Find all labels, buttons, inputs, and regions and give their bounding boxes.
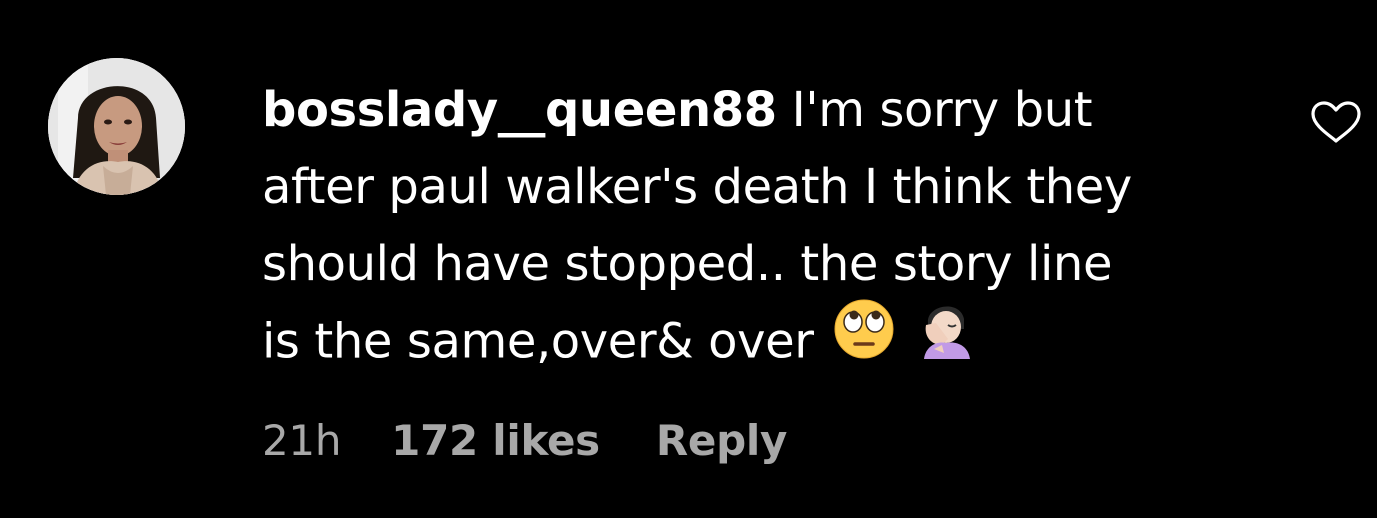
- facepalm-emoji: [920, 299, 972, 382]
- like-button[interactable]: [1310, 100, 1362, 144]
- face-with-rolling-eyes-emoji: [834, 299, 894, 382]
- heart-outline-icon: [1311, 101, 1361, 143]
- comment-line-3: should have stopped.. the story line: [262, 236, 1113, 292]
- comment-line-text: I'm sorry but: [791, 82, 1093, 138]
- comment-line-2: after paul walker's death I think they: [262, 159, 1132, 215]
- comment-meta: 21h 172 likes Reply: [262, 410, 787, 470]
- reply-button[interactable]: Reply: [656, 416, 787, 465]
- comment-body: bosslady__queen88 I'm sorry but after pa…: [262, 72, 1262, 386]
- avatar-image: [48, 58, 185, 195]
- comment-timestamp: 21h: [262, 415, 342, 465]
- comment-line-1: bosslady__queen88 I'm sorry but: [262, 72, 1262, 149]
- comment-text: bosslady__queen88 I'm sorry but after pa…: [262, 72, 1262, 386]
- avatar[interactable]: [48, 58, 185, 195]
- comment-line-text: is the same,over& over: [262, 313, 814, 370]
- username-link[interactable]: bosslady__queen88: [262, 82, 777, 138]
- comment-line-4: is the same,over& over: [262, 299, 1262, 386]
- likes-count[interactable]: 172 likes: [391, 416, 600, 465]
